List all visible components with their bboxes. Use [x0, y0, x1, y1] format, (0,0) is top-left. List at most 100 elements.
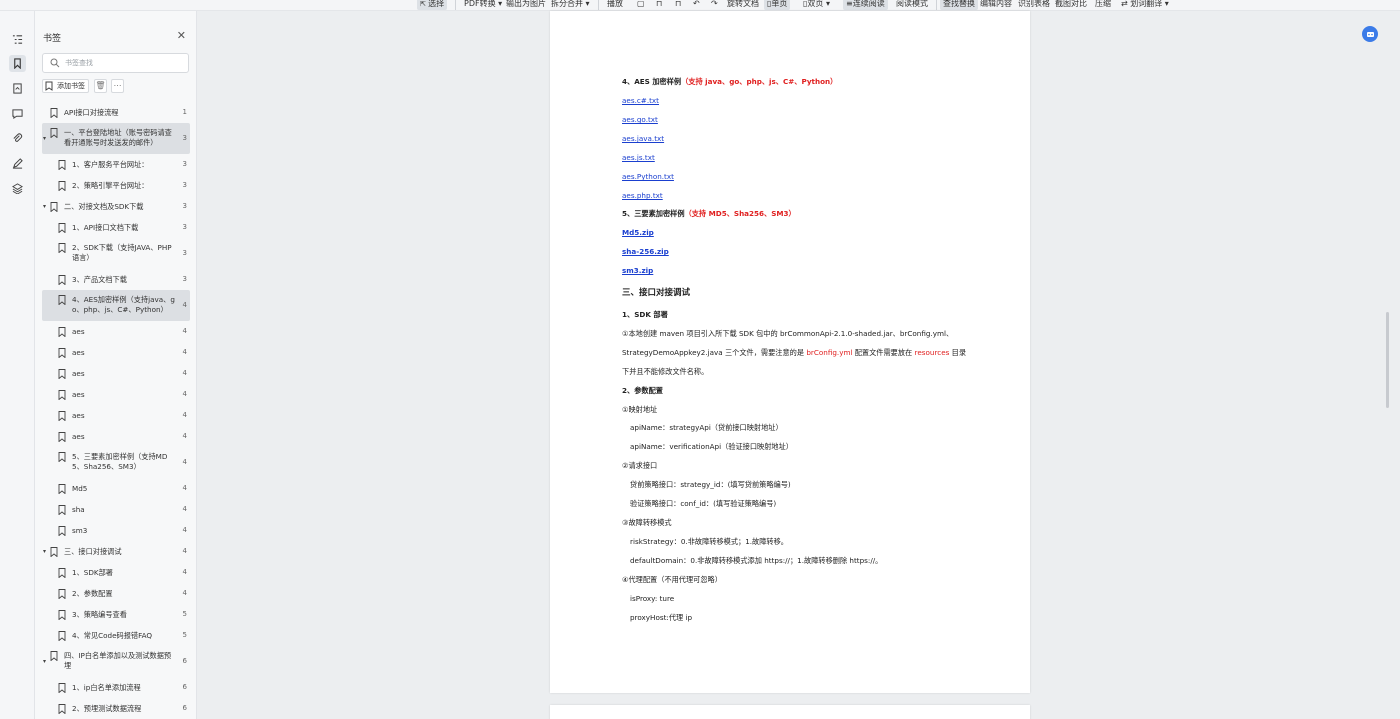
export-image-button[interactable]: 输出为图片	[503, 0, 549, 10]
bookmark-item[interactable]: ▾ 二、对接文档及SDK下载 3	[42, 196, 190, 217]
expand-caret-icon[interactable]: ▾	[43, 548, 46, 555]
three-factor-file-link[interactable]: sha-256.zip	[622, 247, 669, 257]
single-page-button[interactable]: ▯单页	[764, 0, 791, 10]
bookmark-item[interactable]: ▾ 一、平台登陆地址（账号密码请查看开通账号时发送发的邮件） 3	[42, 123, 190, 154]
bookmark-page-number: 3	[182, 275, 187, 283]
bookmark-search-input[interactable]	[65, 57, 183, 69]
play-button[interactable]: 播放	[604, 0, 626, 10]
aes-file-link[interactable]: aes.js.txt	[622, 153, 655, 163]
bookmark-page-number: 4	[182, 390, 187, 398]
compress-button[interactable]: 压缩	[1092, 0, 1114, 10]
fit-page-icon[interactable]: ▢	[634, 0, 648, 10]
bookmark-search-box	[42, 53, 189, 73]
bookmark-item[interactable]: aes 4	[42, 342, 190, 363]
three-factor-file-link[interactable]: sm3.zip	[622, 266, 653, 276]
bookmark-item[interactable]: ▾ 四、IP白名单添加以及测试数据预埋 6	[42, 646, 190, 677]
bookmark-item[interactable]: 3、产品文档下载 3	[42, 269, 190, 290]
bookmark-label: aes	[72, 368, 85, 378]
bookmark-item[interactable]: aes 4	[42, 321, 190, 342]
find-replace-button[interactable]: 查找替换	[940, 0, 978, 10]
word-translate-button[interactable]: ⇄ 划词翻译 ▾	[1118, 0, 1172, 10]
expand-caret-icon[interactable]: ▾	[43, 658, 46, 665]
fit-width-icon[interactable]: ⊓	[653, 0, 665, 10]
attachment-icon[interactable]	[9, 130, 26, 147]
bookmark-flag-icon	[58, 452, 66, 462]
add-bookmark-button[interactable]: 添加书签	[42, 79, 89, 93]
bookmark-icon[interactable]	[9, 55, 26, 72]
thumbnail-icon[interactable]	[9, 80, 26, 97]
delete-bookmark-icon[interactable]: 🗑	[94, 79, 107, 93]
continuous-read-button[interactable]: ≡连续阅读	[843, 0, 888, 10]
bookmark-item[interactable]: 3、策略编号查看 5	[42, 604, 190, 625]
bookmark-item[interactable]: 5、三要素加密样例（支持MD5、Sha256、SM3） 4	[42, 447, 190, 478]
bookmark-item[interactable]: sm3 4	[42, 520, 190, 541]
bookmark-page-number: 4	[182, 484, 187, 492]
bookmark-label: 2、参数配置	[72, 588, 113, 598]
bookmark-flag-icon	[58, 368, 66, 379]
bookmark-page-number: 4	[182, 301, 187, 309]
bookmark-item[interactable]: 4、AES加密样例（支持java、go、php、js、C#、Python） 4	[42, 290, 190, 321]
section-heading: 三、接口对接调试	[622, 288, 691, 298]
edit-content-button[interactable]: 编辑内容	[977, 0, 1015, 10]
fault-item: riskStrategy：0.非故障转移模式；1.故障转移。	[630, 537, 788, 546]
select-tool-button[interactable]: ⇱ 选择	[417, 0, 448, 10]
double-page-button[interactable]: ▯双页 ▾	[800, 0, 833, 10]
bookmark-flag-icon	[58, 630, 66, 641]
bookmark-item[interactable]: 1、ip白名单添加流程 6	[42, 677, 190, 698]
toolbar-divider	[455, 0, 456, 10]
expand-caret-icon[interactable]: ▾	[43, 135, 46, 142]
bookmark-item[interactable]: API接口对接流程 1	[42, 102, 190, 123]
aes-file-link[interactable]: aes.php.txt	[622, 191, 663, 201]
close-icon[interactable]: ✕	[177, 30, 186, 41]
aes-file-link[interactable]: aes.go.txt	[622, 115, 658, 125]
comment-icon[interactable]	[9, 105, 26, 122]
actual-size-icon[interactable]: ⊓	[672, 0, 684, 10]
bookmark-page-number: 4	[182, 327, 187, 335]
bookmark-label: 1、SDK部署	[72, 567, 113, 577]
bookmark-item[interactable]: aes 4	[42, 426, 190, 447]
bookmark-item[interactable]: 1、API接口文档下载 3	[42, 217, 190, 238]
recognize-table-button[interactable]: 识别表格	[1015, 0, 1053, 10]
bookmark-item[interactable]: 1、SDK部署 4	[42, 562, 190, 583]
assistant-icon[interactable]	[1362, 26, 1378, 42]
document-page: 4、AES 加密样例（支持 java、go、php、js、C#、Python） …	[550, 11, 1030, 693]
signature-icon[interactable]	[9, 155, 26, 172]
more-options-icon[interactable]: ⋯	[111, 79, 124, 93]
aes-file-link[interactable]: aes.c#.txt	[622, 96, 659, 106]
bookmark-label: 三、接口对接调试	[64, 546, 122, 556]
vertical-scrollbar[interactable]	[1386, 312, 1389, 408]
bookmark-flag-icon	[58, 243, 66, 253]
outline-icon[interactable]	[9, 31, 26, 48]
bookmark-item[interactable]: 4、常见Code码报错FAQ 5	[42, 625, 190, 646]
bookmark-item[interactable]: aes 4	[42, 363, 190, 384]
bookmark-item[interactable]: aes 4	[42, 405, 190, 426]
sdk-heading: 1、SDK 部署	[622, 310, 668, 319]
rotate-document-button[interactable]: 旋转文档	[724, 0, 762, 10]
reading-mode-button[interactable]: 阅读模式	[893, 0, 931, 10]
rotate-right-icon[interactable]: ↷	[708, 0, 721, 10]
bookmark-page-number: 5	[182, 610, 187, 618]
expand-caret-icon[interactable]: ▾	[43, 203, 46, 210]
pdf-convert-button[interactable]: PDF转换 ▾	[461, 0, 505, 10]
rotate-left-icon[interactable]: ↶	[690, 0, 703, 10]
bookmark-label: 2、预埋测试数据流程	[72, 703, 142, 713]
split-merge-button[interactable]: 拆分合并 ▾	[548, 0, 593, 10]
bookmark-page-number: 4	[182, 458, 187, 466]
bookmark-item[interactable]: 2、参数配置 4	[42, 583, 190, 604]
sdk-paragraph: ①本地创建 maven 项目引入所下载 SDK 包中的 brCommonApi-…	[622, 329, 954, 338]
bookmark-item[interactable]: ▾ 三、接口对接调试 4	[42, 541, 190, 562]
bookmark-item[interactable]: sha 4	[42, 499, 190, 520]
aes-file-link[interactable]: aes.Python.txt	[622, 172, 674, 182]
bookmark-item[interactable]: aes 4	[42, 384, 190, 405]
aes-file-link[interactable]: aes.java.txt	[622, 134, 664, 144]
mapping-heading: ①映射地址	[622, 405, 658, 414]
bookmark-item[interactable]: Md5 4	[42, 478, 190, 499]
bookmark-page-number: 3	[182, 249, 187, 257]
three-factor-file-link[interactable]: Md5.zip	[622, 228, 654, 238]
bookmark-item[interactable]: 2、策略引擎平台网址： 3	[42, 175, 190, 196]
bookmark-item[interactable]: 2、SDK下载（支持JAVA、PHP语言） 3	[42, 238, 190, 269]
layers-icon[interactable]	[9, 180, 26, 197]
bookmark-item[interactable]: 2、预埋测试数据流程 6	[42, 698, 190, 719]
screenshot-compare-button[interactable]: 截图对比	[1052, 0, 1090, 10]
bookmark-item[interactable]: 1、客户服务平台网址： 3	[42, 154, 190, 175]
